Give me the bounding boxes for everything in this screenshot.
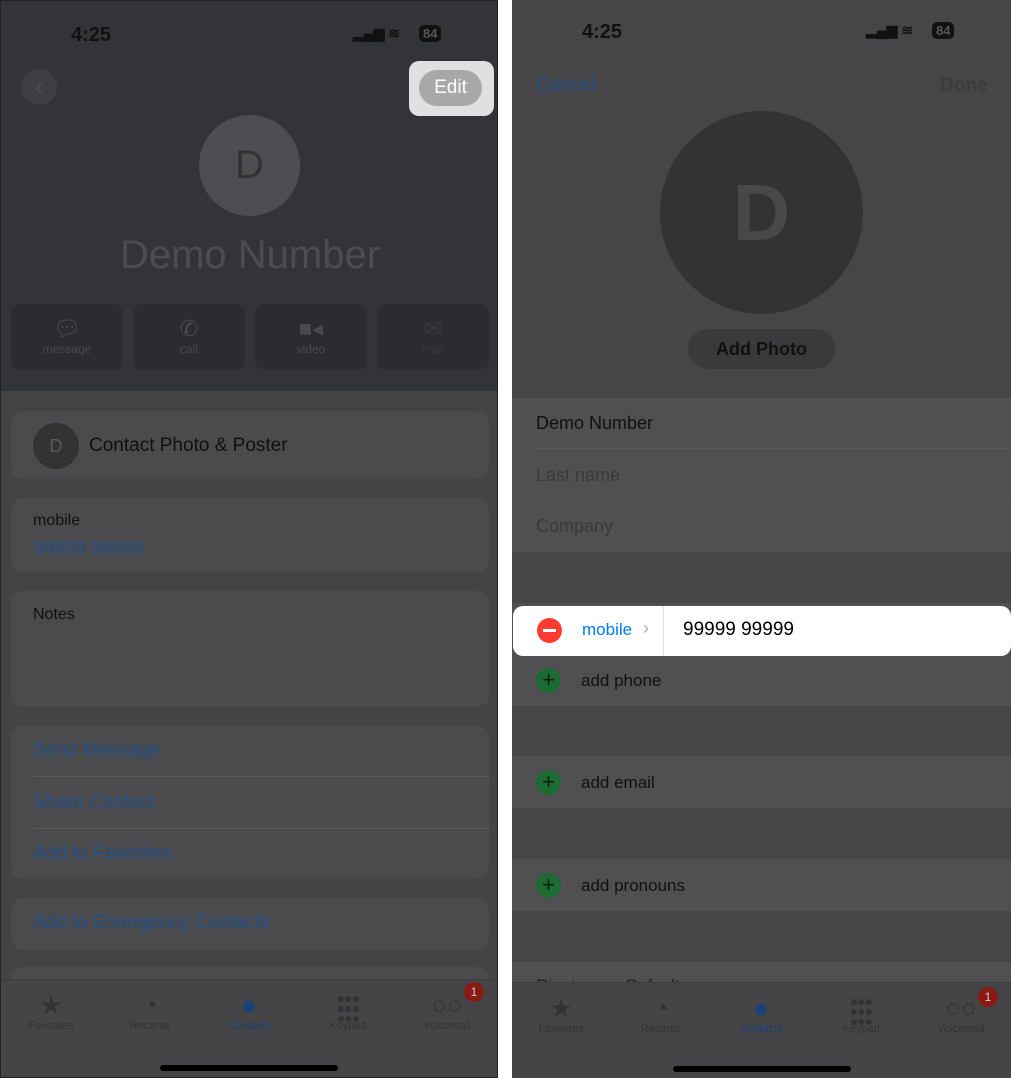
add-phone-button[interactable]: add phone (581, 671, 661, 691)
star-icon: ★ (39, 990, 63, 1020)
battery-indicator: 84 (932, 22, 955, 39)
company-field[interactable]: Company (536, 516, 613, 537)
mail-button[interactable]: ✉ mail (377, 304, 489, 370)
edit-button[interactable]: Edit (419, 70, 482, 106)
add-email-icon[interactable]: + (536, 770, 561, 795)
home-indicator (672, 1066, 851, 1072)
first-name-field[interactable]: Demo Number (536, 413, 653, 434)
small-avatar: D (33, 423, 79, 469)
voicemail-badge: 1 (978, 987, 998, 1007)
actions-card: Send Message Share Contact Add to Favori… (11, 726, 489, 879)
minus-icon (543, 629, 556, 632)
delete-phone-button[interactable] (537, 618, 562, 643)
call-label: call (179, 342, 198, 356)
tab-voicemail[interactable]: ○○ Voicemail 1 (402, 982, 492, 1032)
tab-contacts[interactable]: ● Contacts (716, 993, 806, 1035)
tab-label: Recents (640, 1023, 682, 1035)
tab-keypad[interactable]: ●●● ●●● ●●● Keypad (816, 993, 906, 1035)
clock-icon: ◔ (142, 990, 158, 1020)
person-icon: ● (753, 993, 769, 1023)
add-email-button[interactable]: add email (581, 773, 655, 793)
avatar: D (199, 115, 300, 216)
add-phone-icon[interactable]: + (536, 668, 561, 693)
contact-photo-poster-row[interactable]: D Contact Photo & Poster (11, 411, 489, 479)
message-label: message (42, 342, 92, 356)
call-button[interactable]: ✆ call (133, 304, 245, 370)
video-button[interactable]: ■◂ video (255, 304, 367, 370)
edit-highlight: Edit (409, 61, 494, 116)
keypad-icon: ●●● ●●● ●●● (849, 993, 873, 1029)
phone-label-picker[interactable]: mobile (582, 620, 632, 640)
tab-label: Recents (129, 1020, 171, 1032)
add-photo-button[interactable]: Add Photo (688, 329, 835, 369)
tab-label: Voicemail (937, 1023, 985, 1035)
keypad-icon: ●●● ●●● ●●● (336, 990, 360, 1026)
phone-section: mobile › 99999 99999 + add phone (512, 603, 1011, 706)
signal-wifi-icon: ▂▄▆ ≋ (866, 22, 914, 38)
mail-label: mail (421, 342, 444, 356)
tab-label: Voicemail (423, 1020, 471, 1032)
tab-favorites[interactable]: ★ Favorites (516, 993, 606, 1035)
message-button[interactable]: 💬︎ message (11, 304, 123, 370)
home-indicator (160, 1065, 338, 1071)
person-icon: ● (241, 990, 257, 1020)
voicemail-badge: 1 (464, 982, 484, 1002)
tab-recents[interactable]: ◔ Recents (616, 993, 706, 1035)
edit-contact-screen: 4:25 ▂▄▆ ≋ 84 Cancel Done D Add Photo De… (512, 0, 1011, 1078)
contact-name: Demo Number (119, 233, 381, 277)
tab-bar: ★ Favorites ◔ Recents ● Contacts ●●● ●●● ●●● K… (1, 979, 497, 1077)
email-section: + add email (512, 756, 1011, 808)
photo-poster-label: Contact Photo & Poster (89, 435, 288, 456)
tab-contacts[interactable]: ● Contacts (204, 990, 294, 1032)
tab-recents[interactable]: ◔ Recents (105, 990, 195, 1032)
phone-number-field[interactable]: 99999 99999 (683, 619, 794, 641)
send-message-link[interactable]: Send Message (33, 740, 489, 762)
pronouns-section: + add pronouns (512, 859, 1011, 911)
chevron-left-icon: ‹ (35, 74, 43, 99)
emergency-card: Add to Emergency Contacts (11, 898, 489, 950)
phone-row-highlighted: mobile › 99999 99999 (513, 606, 1011, 656)
back-button[interactable]: ‹ (21, 69, 57, 105)
status-time: 4:25 (582, 21, 623, 43)
tab-label: Contacts (739, 1023, 783, 1035)
share-contact-link[interactable]: Share Contact (33, 792, 489, 814)
phone-label: mobile (33, 512, 81, 529)
tab-keypad[interactable]: ●●● ●●● ●●● Keypad (303, 990, 393, 1032)
contact-detail-screen: 4:25 ▂▄▆ ≋ 84 ‹ Edit D Demo Number 💬︎ mes… (0, 0, 498, 1078)
phone-icon: ✆ (179, 316, 199, 341)
battery-indicator: 84 (419, 25, 442, 42)
notes-label: Notes (33, 606, 75, 623)
add-emergency-contact-link[interactable]: Add to Emergency Contacts (33, 912, 489, 934)
add-pronouns-icon[interactable]: + (536, 873, 561, 898)
mail-icon: ✉ (423, 316, 443, 341)
tab-bar: ★ Favorites ◔ Recents ● Contacts ●●● ●●● ●●● K… (512, 982, 1011, 1078)
phone-number-link[interactable]: 99999 99999 (33, 538, 144, 560)
notes-card[interactable]: Notes (11, 591, 489, 707)
tab-label: Favorites (28, 1020, 74, 1032)
signal-wifi-icon: ▂▄▆ ≋ (353, 25, 401, 41)
avatar: D (660, 111, 863, 314)
video-icon: ■◂ (298, 316, 324, 341)
tab-label: Favorites (538, 1023, 584, 1035)
tab-label: Keypad (329, 1020, 367, 1032)
chevron-right-icon: › (643, 618, 649, 638)
last-name-field[interactable]: Last name (536, 465, 620, 486)
done-button[interactable]: Done (940, 75, 988, 97)
divider (663, 606, 664, 656)
video-label: video (296, 342, 326, 356)
phone-card: mobile 99999 99999 (11, 498, 489, 572)
tab-label: Keypad (842, 1023, 880, 1035)
tab-label: Contacts (227, 1020, 271, 1032)
add-pronouns-button[interactable]: add pronouns (581, 876, 685, 896)
add-to-favorites-link[interactable]: Add to Favorites (33, 843, 489, 865)
tab-favorites[interactable]: ★ Favorites (6, 990, 96, 1032)
status-time: 4:25 (71, 24, 112, 46)
name-fields: Demo Number Last name Company (512, 398, 1011, 552)
tab-voicemail[interactable]: ○○ Voicemail 1 (916, 987, 1006, 1035)
clock-icon: ◔ (653, 993, 669, 1023)
message-icon: 💬︎ (53, 316, 81, 341)
star-icon: ★ (549, 993, 573, 1023)
cancel-button[interactable]: Cancel (536, 75, 595, 97)
